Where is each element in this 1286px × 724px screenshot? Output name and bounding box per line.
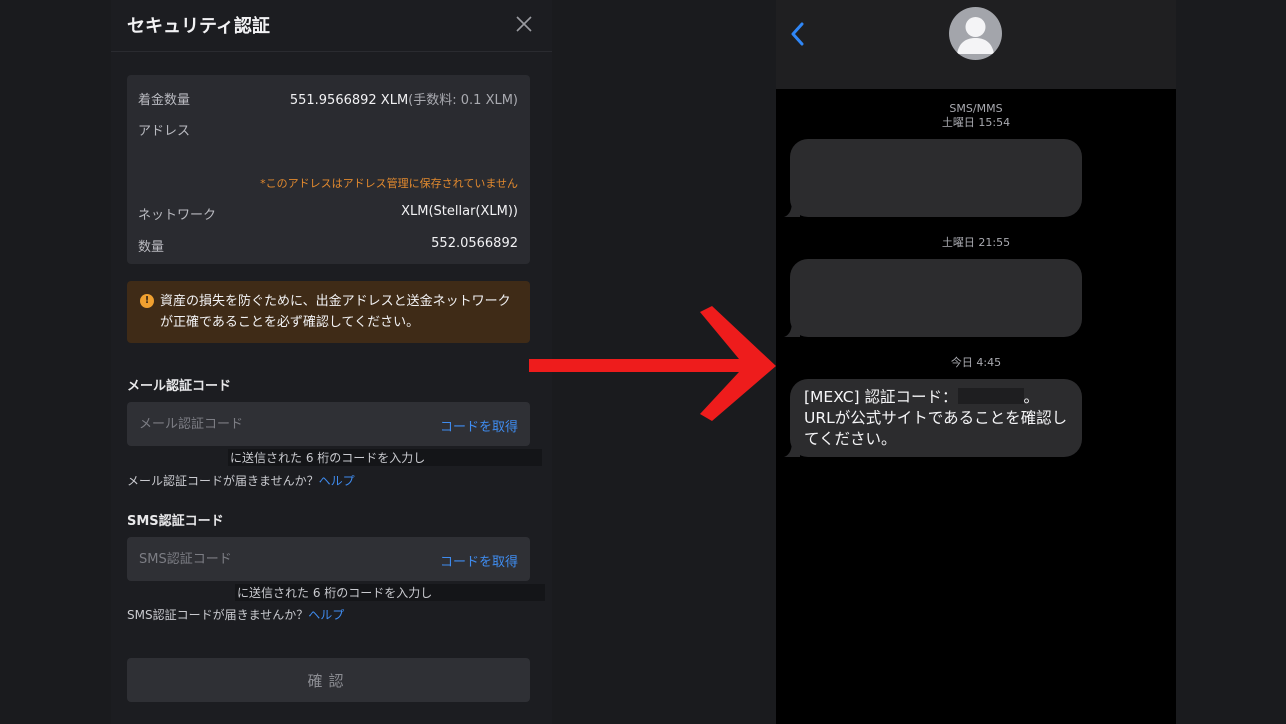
message-rest: URLが公式サイトであることを確認してください。 [804, 409, 1068, 448]
email-help-line: メール認証コードが届きませんか？ヘルプ [127, 472, 355, 489]
network-label: ネットワーク [138, 208, 217, 223]
chevron-left-icon[interactable] [790, 22, 806, 46]
sms-code-input[interactable] [127, 537, 427, 581]
received-amount-value: 551.9566892 XLM(手数料: 0.1 XLM) [290, 89, 518, 108]
bubble-tail [784, 201, 800, 217]
sms-conversation-screen: SMS/MMS 土曜日 15:54 土曜日 21:55 今日 4:45 [MEX… [776, 0, 1176, 724]
sms-help-question: SMS認証コードが届きませんか？ [127, 608, 309, 622]
sms-code-label: SMS認証コード [127, 514, 224, 529]
sms-help-link[interactable]: ヘルプ [308, 608, 344, 622]
message-prefix: [MEXC] 認証コード： [804, 388, 958, 406]
modal-header: セキュリティ認証 [111, 0, 552, 52]
timestamp-1: 土曜日 15:54 [941, 116, 1011, 129]
email-code-label: メール認証コード [127, 379, 232, 394]
security-verification-modal: セキュリティ認証 着金数量 551.9566892 XLM(手数料: 0.1 X… [111, 0, 552, 724]
address-label: アドレス [138, 124, 191, 139]
message-bubble [784, 259, 1082, 337]
address-unsaved-note: *このアドレスはアドレス管理に保存されていません [260, 177, 518, 190]
email-help-question: メール認証コードが届きませんか？ [127, 474, 319, 488]
withdrawal-summary: 着金数量 551.9566892 XLM(手数料: 0.1 XLM) アドレス … [127, 75, 530, 264]
red-arrow [529, 306, 776, 421]
fee-text: (手数料: 0.1 XLM) [408, 93, 518, 108]
redacted-code [957, 388, 1024, 404]
email-code-field: コードを取得 [127, 402, 530, 446]
sms-help-line: SMS認証コードが届きませんか？ヘルプ [127, 606, 344, 623]
bubble-tail [784, 441, 800, 457]
timestamp-3: 今日 4:45 [950, 356, 1002, 369]
verification-message-text: [MEXC] 認証コード： 。 URLが公式サイトであることを確認してください。 [804, 387, 1080, 450]
email-code-input[interactable] [127, 402, 427, 446]
timestamp-2: 土曜日 21:55 [941, 236, 1011, 249]
confirm-button[interactable]: 確認 [127, 658, 530, 702]
email-code-hint: に送信された 6 桁のコードを入力し [230, 451, 426, 465]
service-label: SMS/MMS [949, 102, 1003, 115]
message-suffix: 。 [1023, 388, 1040, 406]
received-amount: 551.9566892 XLM [289, 93, 409, 108]
sms-get-code-button[interactable]: コードを取得 [440, 551, 518, 570]
close-icon[interactable] [514, 14, 534, 34]
warning-banner: ! 資産の損失を防ぐために、出金アドレスと送金ネットワークが正確であることを必ず… [127, 281, 530, 343]
verification-message-bubble: [MEXC] 認証コード： 。 URLが公式サイトであることを確認してください。 [784, 379, 1082, 457]
amount-value: 552.0566892 [431, 236, 518, 251]
modal-title: セキュリティ認証 [127, 16, 270, 37]
amount-label: 数量 [138, 240, 165, 255]
conversation-header [776, 0, 1176, 89]
received-amount-label: 着金数量 [138, 93, 191, 108]
contact-avatar[interactable] [949, 7, 1002, 60]
bubble-tail [784, 321, 800, 337]
warning-icon: ! [140, 294, 154, 308]
sms-code-hint: に送信された 6 桁のコードを入力し [237, 586, 433, 600]
email-get-code-button[interactable]: コードを取得 [440, 416, 518, 435]
email-help-link[interactable]: ヘルプ [319, 474, 355, 488]
warning-text: 資産の損失を防ぐために、出金アドレスと送金ネットワークが正確であることを必ず確認… [160, 294, 511, 330]
sms-code-field: コードを取得 [127, 537, 530, 581]
network-value: XLM(Stellar(XLM)) [401, 204, 518, 219]
person-icon [957, 17, 994, 54]
message-bubble [784, 139, 1082, 217]
